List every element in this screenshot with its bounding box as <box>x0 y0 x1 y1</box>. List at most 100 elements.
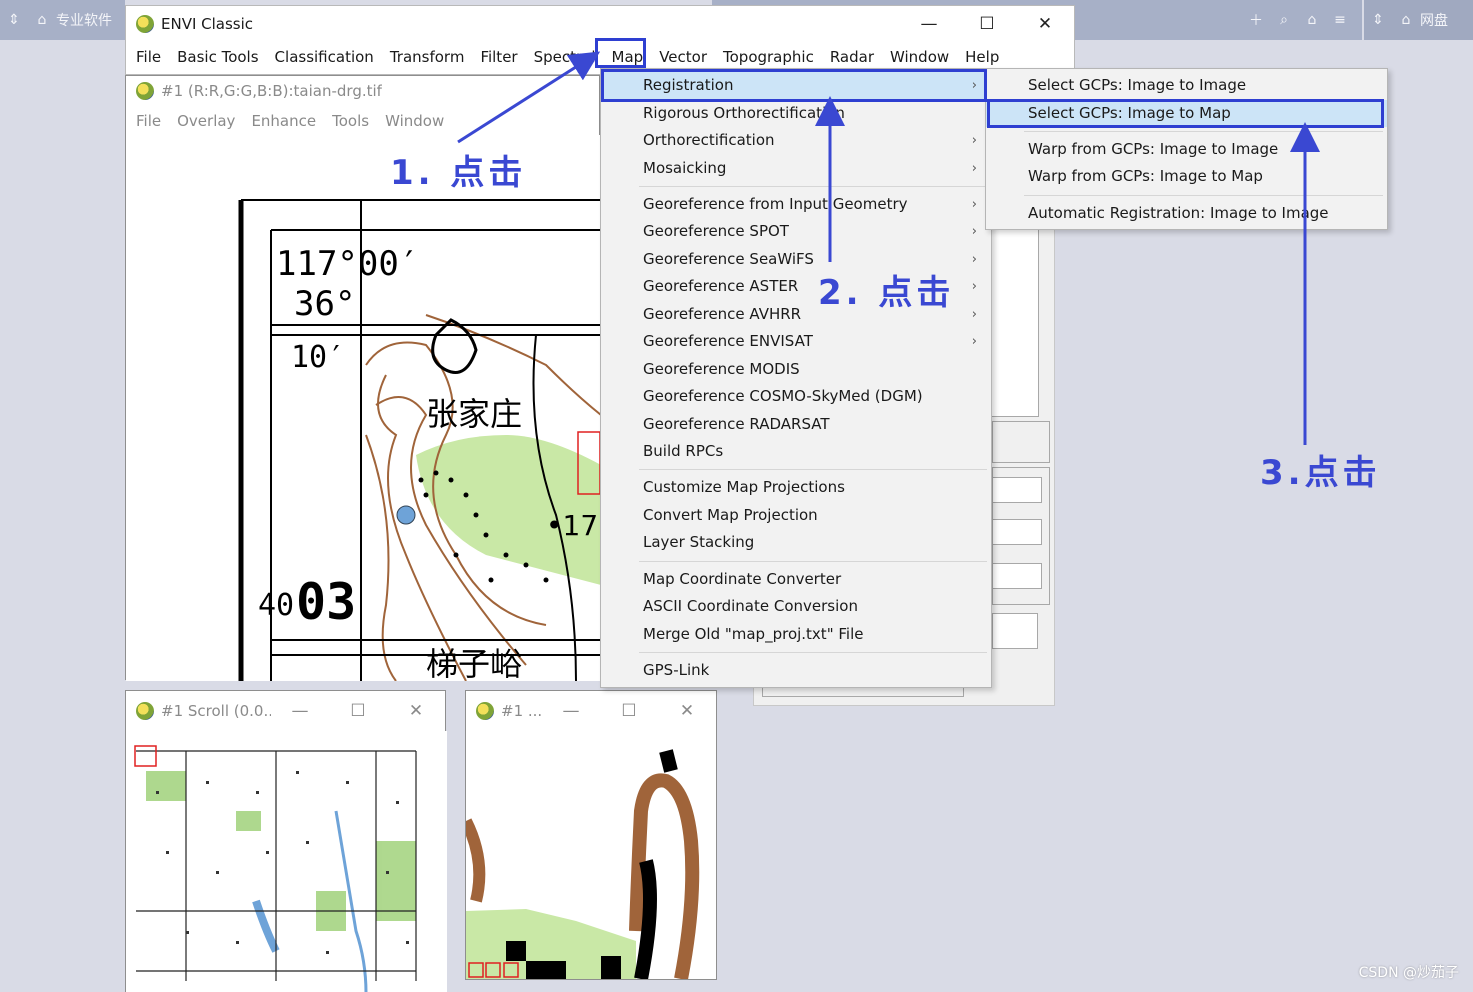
zoom-minimize-button[interactable]: — <box>542 691 600 731</box>
dialog-button[interactable] <box>992 613 1038 649</box>
chevron-right-icon: › <box>971 279 977 294</box>
lock-icon[interactable]: ⌂ <box>1398 12 1414 28</box>
scroll-titlebar[interactable]: #1 Scroll (0.0... — ☐ ✕ <box>126 691 445 731</box>
menu-item-mosaicking[interactable]: Mosaicking › <box>601 155 991 182</box>
menu-item-georef-modis[interactable]: Georeference MODIS <box>601 356 991 383</box>
submenu-automatic-registration[interactable]: Automatic Registration: Image to Image <box>986 200 1387 227</box>
menu-item-georef-spot[interactable]: Georeference SPOT › <box>601 218 991 245</box>
topographic-map-image: 117°00′ 36° 10′ 张家庄 梯子峪 •178 40 03 <box>126 135 601 681</box>
menu-item-rigorous-ortho[interactable]: Rigorous Orthorectification <box>601 100 991 127</box>
menu-window[interactable]: Window <box>882 48 957 66</box>
menu-help[interactable]: Help <box>957 48 1007 66</box>
dialog-field[interactable] <box>992 519 1042 545</box>
img-menu-tools[interactable]: Tools <box>324 112 377 130</box>
submenu-select-gcps-image-to-image[interactable]: Select GCPs: Image to Image <box>986 72 1387 99</box>
annotation-step1: 1. 点击 <box>390 153 527 193</box>
map-image-canvas[interactable]: 117°00′ 36° 10′ 张家庄 梯子峪 •178 40 03 <box>126 135 601 681</box>
plus-icon[interactable]: ＋ <box>1248 12 1264 29</box>
menu-icon[interactable]: ≡ <box>1332 12 1348 28</box>
menu-filter[interactable]: Filter <box>472 48 525 66</box>
maximize-button[interactable]: ☐ <box>958 6 1016 42</box>
map-grid-num: 03 <box>296 573 356 631</box>
chevron-right-icon: › <box>971 197 977 212</box>
scroll-minimize-button[interactable]: — <box>271 691 329 731</box>
menu-item-layer-stacking[interactable]: Layer Stacking <box>601 529 991 556</box>
scroll-overview-image[interactable] <box>126 731 447 992</box>
main-title: ENVI Classic <box>161 15 254 33</box>
img-menu-overlay[interactable]: Overlay <box>169 112 243 130</box>
scroll-title: #1 Scroll (0.0... <box>161 702 271 720</box>
menu-item-map-coord-converter[interactable]: Map Coordinate Converter <box>601 566 991 593</box>
image-titlebar[interactable]: #1 (R:R,G:G,B:B):taian-drg.tif <box>126 76 599 106</box>
chevron-updown-icon[interactable]: ⇕ <box>6 12 22 28</box>
image-menubar: File Overlay Enhance Tools Window <box>126 106 599 136</box>
menu-item-georef-envisat[interactable]: Georeference ENVISAT › <box>601 328 991 355</box>
menu-item-georef-input-geometry[interactable]: Georeference from Input Geometry › <box>601 191 991 218</box>
watermark: CSDN @炒茄子 <box>1358 965 1459 981</box>
menu-topographic[interactable]: Topographic <box>715 48 822 66</box>
menu-item-ascii-coord-conversion[interactable]: ASCII Coordinate Conversion <box>601 593 991 620</box>
img-menu-window[interactable]: Window <box>377 112 452 130</box>
dialog-field[interactable] <box>992 563 1042 589</box>
menu-basic-tools[interactable]: Basic Tools <box>169 48 266 66</box>
menu-separator <box>639 652 987 653</box>
img-menu-enhance[interactable]: Enhance <box>243 112 324 130</box>
scroll-maximize-button[interactable]: ☐ <box>329 691 387 731</box>
menu-vector[interactable]: Vector <box>651 48 715 66</box>
search-icon[interactable]: ⌕ <box>1276 12 1292 28</box>
map-place-1: 张家庄 <box>426 395 522 433</box>
scroll-window: #1 Scroll (0.0... — ☐ ✕ <box>125 690 447 992</box>
zoom-title: #1 ... <box>501 702 542 720</box>
zoom-maximize-button[interactable]: ☐ <box>600 691 658 731</box>
menu-separator <box>639 186 987 187</box>
menu-item-orthorectification[interactable]: Orthorectification › <box>601 127 991 154</box>
menu-item-gps-link[interactable]: GPS-Link <box>601 657 991 684</box>
map-grid-prefix: 40 <box>258 588 294 623</box>
menu-separator <box>639 561 987 562</box>
menu-classification[interactable]: Classification <box>267 48 382 66</box>
chevron-right-icon: › <box>971 133 977 148</box>
chevron-updown-icon[interactable]: ⇕ <box>1370 12 1386 28</box>
dialog-panel <box>992 421 1050 463</box>
menu-item-build-rpcs[interactable]: Build RPCs <box>601 438 991 465</box>
envi-logo-icon <box>136 15 154 33</box>
menu-item-merge-map-proj[interactable]: Merge Old "map_proj.txt" File <box>601 621 991 648</box>
menu-file[interactable]: File <box>128 48 169 66</box>
chevron-right-icon: › <box>971 224 977 239</box>
menu-item-georef-cosmo[interactable]: Georeference COSMO-SkyMed (DGM) <box>601 383 991 410</box>
menu-item-convert-projection[interactable]: Convert Map Projection <box>601 502 991 529</box>
shirt-icon[interactable]: ⌂ <box>1304 12 1320 28</box>
close-button[interactable]: ✕ <box>1016 6 1074 42</box>
menu-spectral[interactable]: Spectral <box>526 48 604 66</box>
submenu-warp-image-to-image[interactable]: Warp from GCPs: Image to Image <box>986 136 1387 163</box>
menu-item-customize-projections[interactable]: Customize Map Projections <box>601 474 991 501</box>
dialog-field[interactable] <box>992 477 1042 503</box>
lock-icon[interactable]: ⌂ <box>34 12 50 28</box>
submenu-warp-image-to-map[interactable]: Warp from GCPs: Image to Map <box>986 163 1387 190</box>
menu-separator <box>639 469 987 470</box>
image-window: #1 (R:R,G:G,B:B):taian-drg.tif File Over… <box>125 75 601 681</box>
zoom-image[interactable] <box>460 731 716 981</box>
zoom-titlebar[interactable]: #1 ... — ☐ ✕ <box>466 691 716 731</box>
main-titlebar[interactable]: ENVI Classic — ☐ ✕ <box>126 6 1074 42</box>
img-menu-file[interactable]: File <box>128 112 169 130</box>
registration-submenu: Select GCPs: Image to Image Select GCPs:… <box>985 68 1388 230</box>
taskbar-right-label[interactable]: 网盘 <box>1420 10 1448 30</box>
menu-radar[interactable]: Radar <box>822 48 882 66</box>
menu-separator <box>1024 131 1383 132</box>
minimize-button[interactable]: — <box>900 6 958 42</box>
taskbar-left-label[interactable]: 专业软件 <box>56 10 112 30</box>
menu-transform[interactable]: Transform <box>382 48 473 66</box>
menu-item-georef-radarsat[interactable]: Georeference RADARSAT <box>601 411 991 438</box>
envi-logo-icon <box>136 702 154 720</box>
scroll-close-button[interactable]: ✕ <box>387 691 445 731</box>
map-dropdown-menu: Registration › Rigorous Orthorectificatio… <box>600 68 992 688</box>
map-place-2: 梯子峪 <box>426 645 522 681</box>
map-elev: •178 <box>546 509 601 542</box>
menu-separator <box>1024 195 1383 196</box>
zoom-close-button[interactable]: ✕ <box>658 691 716 731</box>
map-label-lon: 117°00′ <box>276 244 419 284</box>
highlight-registration <box>601 69 987 102</box>
map-label-min: 10′ <box>291 340 345 375</box>
dialog-list-box[interactable] <box>989 229 1039 417</box>
